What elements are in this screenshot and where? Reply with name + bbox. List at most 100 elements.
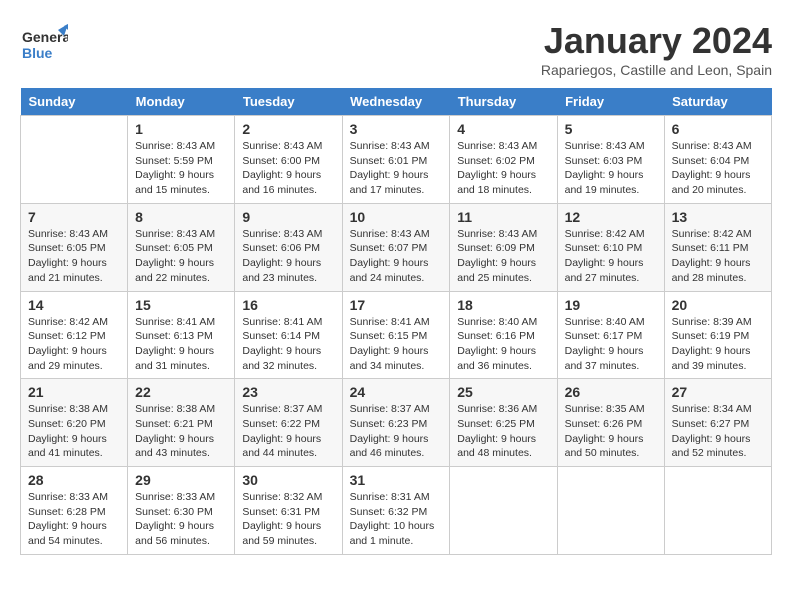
table-row: 23 Sunrise: 8:37 AM Sunset: 6:22 PM Dayli… (235, 379, 342, 467)
day-number: 20 (672, 297, 764, 313)
day-info: Sunrise: 8:38 AM Sunset: 6:21 PM Dayligh… (135, 402, 227, 461)
day-number: 22 (135, 384, 227, 400)
table-row (557, 467, 664, 555)
table-row: 25 Sunrise: 8:36 AM Sunset: 6:25 PM Dayli… (450, 379, 557, 467)
day-number: 8 (135, 209, 227, 225)
day-info: Sunrise: 8:33 AM Sunset: 6:28 PM Dayligh… (28, 490, 120, 549)
day-info: Sunrise: 8:41 AM Sunset: 6:13 PM Dayligh… (135, 315, 227, 374)
table-row (21, 116, 128, 204)
table-row: 12Sunrise: 8:42 AM Sunset: 6:10 PM Dayli… (557, 203, 664, 291)
header-wednesday: Wednesday (342, 88, 450, 116)
day-info: Sunrise: 8:43 AM Sunset: 6:05 PM Dayligh… (28, 227, 120, 286)
day-number: 24 (350, 384, 443, 400)
month-title: January 2024 (541, 20, 772, 62)
day-number: 3 (350, 121, 443, 137)
calendar-header-row: Sunday Monday Tuesday Wednesday Thursday… (21, 88, 772, 116)
table-row: 21 Sunrise: 8:38 AM Sunset: 6:20 PM Dayli… (21, 379, 128, 467)
table-row: 15 Sunrise: 8:41 AM Sunset: 6:13 PM Dayli… (128, 291, 235, 379)
table-row: 7Sunrise: 8:43 AM Sunset: 6:05 PM Daylig… (21, 203, 128, 291)
table-row: 8Sunrise: 8:43 AM Sunset: 6:05 PM Daylig… (128, 203, 235, 291)
day-info: Sunrise: 8:43 AM Sunset: 6:07 PM Dayligh… (350, 227, 443, 286)
table-row: 1Sunrise: 8:43 AM Sunset: 5:59 PM Daylig… (128, 116, 235, 204)
day-info: Sunrise: 8:33 AM Sunset: 6:30 PM Dayligh… (135, 490, 227, 549)
day-number: 1 (135, 121, 227, 137)
table-row: 27Sunrise: 8:34 AM Sunset: 6:27 PM Dayli… (664, 379, 771, 467)
day-info: Sunrise: 8:43 AM Sunset: 6:02 PM Dayligh… (457, 139, 549, 198)
table-row: 28 Sunrise: 8:33 AM Sunset: 6:28 PM Dayli… (21, 467, 128, 555)
day-number: 30 (242, 472, 334, 488)
day-info: Sunrise: 8:40 AM Sunset: 6:17 PM Dayligh… (565, 315, 657, 374)
day-number: 23 (242, 384, 334, 400)
page-header: General Blue January 2024 Rapariegos, Ca… (20, 20, 772, 78)
day-number: 15 (135, 297, 227, 313)
day-info: Sunrise: 8:40 AM Sunset: 6:16 PM Dayligh… (457, 315, 549, 374)
table-row: 24 Sunrise: 8:37 AM Sunset: 6:23 PM Dayli… (342, 379, 450, 467)
header-saturday: Saturday (664, 88, 771, 116)
table-row: 14Sunrise: 8:42 AM Sunset: 6:12 PM Dayli… (21, 291, 128, 379)
table-row: 26Sunrise: 8:35 AM Sunset: 6:26 PM Dayli… (557, 379, 664, 467)
day-info: Sunrise: 8:43 AM Sunset: 6:03 PM Dayligh… (565, 139, 657, 198)
calendar-week-row: 1Sunrise: 8:43 AM Sunset: 5:59 PM Daylig… (21, 116, 772, 204)
table-row: 6 Sunrise: 8:43 AM Sunset: 6:04 PM Daylig… (664, 116, 771, 204)
day-info: Sunrise: 8:43 AM Sunset: 6:01 PM Dayligh… (350, 139, 443, 198)
day-info: Sunrise: 8:38 AM Sunset: 6:20 PM Dayligh… (28, 402, 120, 461)
table-row: 4Sunrise: 8:43 AM Sunset: 6:02 PM Daylig… (450, 116, 557, 204)
table-row: 20 Sunrise: 8:39 AM Sunset: 6:19 PM Dayli… (664, 291, 771, 379)
table-row: 31 Sunrise: 8:31 AM Sunset: 6:32 PM Dayli… (342, 467, 450, 555)
calendar-week-row: 28 Sunrise: 8:33 AM Sunset: 6:28 PM Dayli… (21, 467, 772, 555)
table-row: 5 Sunrise: 8:43 AM Sunset: 6:03 PM Daylig… (557, 116, 664, 204)
day-info: Sunrise: 8:39 AM Sunset: 6:19 PM Dayligh… (672, 315, 764, 374)
day-number: 6 (672, 121, 764, 137)
table-row: 3 Sunrise: 8:43 AM Sunset: 6:01 PM Daylig… (342, 116, 450, 204)
day-info: Sunrise: 8:41 AM Sunset: 6:14 PM Dayligh… (242, 315, 334, 374)
header-monday: Monday (128, 88, 235, 116)
day-number: 12 (565, 209, 657, 225)
svg-text:Blue: Blue (22, 45, 53, 61)
logo: General Blue (20, 20, 68, 73)
calendar-table: Sunday Monday Tuesday Wednesday Thursday… (20, 88, 772, 555)
table-row: 2Sunrise: 8:43 AM Sunset: 6:00 PM Daylig… (235, 116, 342, 204)
table-row: 9 Sunrise: 8:43 AM Sunset: 6:06 PM Daylig… (235, 203, 342, 291)
day-number: 25 (457, 384, 549, 400)
day-number: 17 (350, 297, 443, 313)
day-info: Sunrise: 8:36 AM Sunset: 6:25 PM Dayligh… (457, 402, 549, 461)
day-number: 31 (350, 472, 443, 488)
table-row (664, 467, 771, 555)
day-info: Sunrise: 8:32 AM Sunset: 6:31 PM Dayligh… (242, 490, 334, 549)
day-info: Sunrise: 8:41 AM Sunset: 6:15 PM Dayligh… (350, 315, 443, 374)
day-number: 28 (28, 472, 120, 488)
table-row: 16 Sunrise: 8:41 AM Sunset: 6:14 PM Dayli… (235, 291, 342, 379)
day-number: 5 (565, 121, 657, 137)
table-row: 19 Sunrise: 8:40 AM Sunset: 6:17 PM Dayli… (557, 291, 664, 379)
day-info: Sunrise: 8:43 AM Sunset: 6:09 PM Dayligh… (457, 227, 549, 286)
table-row: 17 Sunrise: 8:41 AM Sunset: 6:15 PM Dayli… (342, 291, 450, 379)
day-info: Sunrise: 8:43 AM Sunset: 6:04 PM Dayligh… (672, 139, 764, 198)
calendar-week-row: 7Sunrise: 8:43 AM Sunset: 6:05 PM Daylig… (21, 203, 772, 291)
table-row: 29 Sunrise: 8:33 AM Sunset: 6:30 PM Dayli… (128, 467, 235, 555)
day-info: Sunrise: 8:37 AM Sunset: 6:23 PM Dayligh… (350, 402, 443, 461)
day-info: Sunrise: 8:43 AM Sunset: 6:06 PM Dayligh… (242, 227, 334, 286)
day-number: 16 (242, 297, 334, 313)
day-info: Sunrise: 8:37 AM Sunset: 6:22 PM Dayligh… (242, 402, 334, 461)
day-info: Sunrise: 8:43 AM Sunset: 6:00 PM Dayligh… (242, 139, 334, 198)
day-number: 19 (565, 297, 657, 313)
day-number: 11 (457, 209, 549, 225)
location-subtitle: Rapariegos, Castille and Leon, Spain (541, 62, 772, 78)
day-number: 29 (135, 472, 227, 488)
day-number: 18 (457, 297, 549, 313)
header-tuesday: Tuesday (235, 88, 342, 116)
day-info: Sunrise: 8:35 AM Sunset: 6:26 PM Dayligh… (565, 402, 657, 461)
day-number: 10 (350, 209, 443, 225)
calendar-week-row: 21 Sunrise: 8:38 AM Sunset: 6:20 PM Dayli… (21, 379, 772, 467)
header-sunday: Sunday (21, 88, 128, 116)
day-number: 9 (242, 209, 334, 225)
table-row (450, 467, 557, 555)
table-row: 10 Sunrise: 8:43 AM Sunset: 6:07 PM Dayli… (342, 203, 450, 291)
day-info: Sunrise: 8:31 AM Sunset: 6:32 PM Dayligh… (350, 490, 443, 549)
calendar-week-row: 14Sunrise: 8:42 AM Sunset: 6:12 PM Dayli… (21, 291, 772, 379)
header-friday: Friday (557, 88, 664, 116)
table-row: 11 Sunrise: 8:43 AM Sunset: 6:09 PM Dayli… (450, 203, 557, 291)
day-info: Sunrise: 8:34 AM Sunset: 6:27 PM Dayligh… (672, 402, 764, 461)
table-row: 30 Sunrise: 8:32 AM Sunset: 6:31 PM Dayli… (235, 467, 342, 555)
day-number: 21 (28, 384, 120, 400)
